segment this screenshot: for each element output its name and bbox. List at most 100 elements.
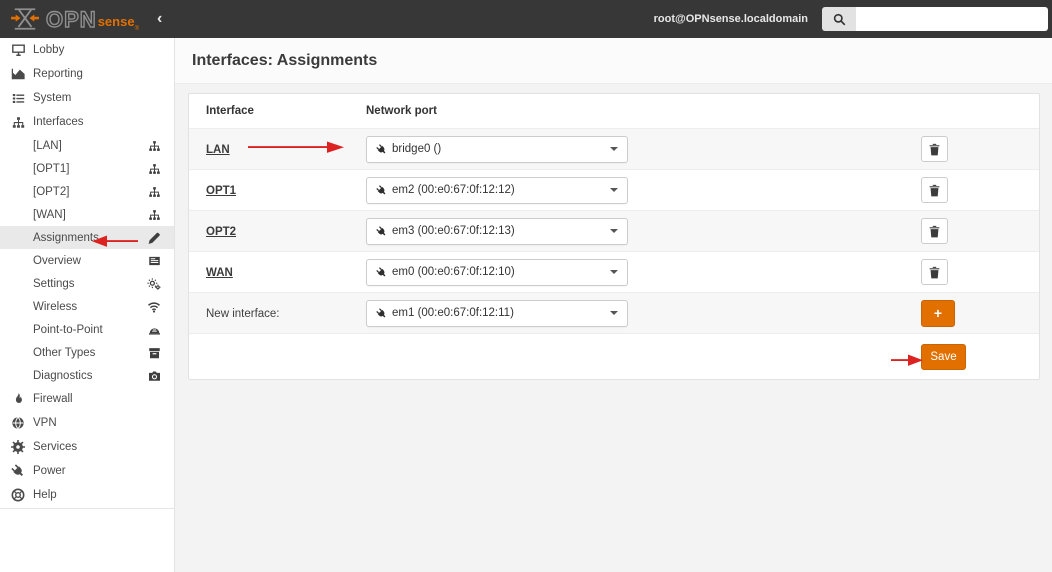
delete-interface-button[interactable] xyxy=(921,259,948,285)
sitemap-icon xyxy=(148,209,161,221)
sidebar-item-diagnostics[interactable]: Diagnostics xyxy=(0,364,174,387)
list-icon xyxy=(10,92,26,105)
sidebar-item-label: Firewall xyxy=(33,393,73,405)
sidebar-item-label: Other Types xyxy=(33,346,96,359)
plug-icon xyxy=(374,182,390,198)
selected-port-label: em3 (00:e0:67:0f:12:13) xyxy=(392,225,515,237)
plug-icon xyxy=(374,305,390,321)
cogs-icon xyxy=(147,277,161,290)
sidebar-item-system[interactable]: System xyxy=(0,86,174,110)
sidebar-item-lobby[interactable]: Lobby xyxy=(0,38,174,62)
table-row: LAN bridge0 () xyxy=(189,128,1039,169)
sidebar-item-label: Overview xyxy=(33,254,81,267)
sidebar-item-label: Diagnostics xyxy=(33,369,93,382)
archive-icon xyxy=(148,347,161,359)
sitemap-icon xyxy=(148,163,161,175)
sidebar-item-label: [WAN] xyxy=(33,208,66,221)
life-ring-icon xyxy=(10,488,26,502)
table-row: New interface: em1 (00:e0:67:0f:12:11) + xyxy=(189,292,1039,333)
sidebar-item-label: Reporting xyxy=(33,68,83,80)
wifi-icon xyxy=(147,301,161,312)
chevron-down-icon xyxy=(610,229,618,233)
plug-icon xyxy=(374,264,390,280)
sidebar-item-settings[interactable]: Settings xyxy=(0,272,174,295)
sidebar-item-label: Lobby xyxy=(33,44,65,56)
search-input[interactable] xyxy=(856,7,1048,31)
sidebar-nav: Lobby Reporting System Interfaces [LAN] … xyxy=(0,38,175,572)
pencil-icon xyxy=(148,231,161,244)
sidebar-item-power[interactable]: Power xyxy=(0,459,174,483)
opnsense-logo[interactable]: OPN sense ® xyxy=(10,6,139,32)
selected-port-label: em0 (00:e0:67:0f:12:10) xyxy=(392,266,515,278)
global-search xyxy=(822,7,1048,31)
sidebar-item-label: [OPT1] xyxy=(33,162,70,175)
save-button[interactable]: Save xyxy=(921,343,966,370)
chevron-down-icon xyxy=(610,270,618,274)
camera-icon xyxy=(148,370,161,381)
opnsense-logo-icon xyxy=(11,8,39,30)
sidebar-item-wan[interactable]: [WAN] xyxy=(0,203,174,226)
sidebar-item-vpn[interactable]: VPN xyxy=(0,411,174,435)
sidebar-item-point-to-point[interactable]: Point-to-Point xyxy=(0,318,174,341)
chevron-down-icon xyxy=(610,147,618,151)
main-content: Interfaces: Assignments Interface Networ… xyxy=(175,38,1052,572)
column-header-network-port: Network port xyxy=(366,105,437,117)
sitemap-icon xyxy=(148,140,161,152)
selected-port-label: bridge0 () xyxy=(392,143,442,155)
newspaper-icon xyxy=(148,255,161,267)
sidebar-bottom-divider xyxy=(0,508,174,509)
network-port-select-new[interactable]: em1 (00:e0:67:0f:12:11) xyxy=(366,299,628,327)
new-interface-label: New interface: xyxy=(206,308,280,320)
desktop-icon xyxy=(10,43,26,57)
table-row: OPT2 em3 (00:e0:67:0f:12:13) xyxy=(189,210,1039,251)
sidebar-item-label: VPN xyxy=(33,417,57,429)
sidebar-item-label: Power xyxy=(33,465,66,477)
sidebar-item-wireless[interactable]: Wireless xyxy=(0,295,174,318)
selected-port-label: em2 (00:e0:67:0f:12:12) xyxy=(392,184,515,196)
sidebar-item-lan[interactable]: [LAN] xyxy=(0,134,174,157)
delete-interface-button[interactable] xyxy=(921,177,948,203)
sidebar-item-label: System xyxy=(33,92,72,104)
sitemap-icon xyxy=(10,116,26,129)
search-icon xyxy=(822,7,856,31)
add-interface-button[interactable]: + xyxy=(921,299,955,327)
chevron-down-icon xyxy=(610,188,618,192)
sidebar-item-other-types[interactable]: Other Types xyxy=(0,341,174,364)
sidebar-item-services[interactable]: Services xyxy=(0,435,174,459)
sidebar-item-label: Settings xyxy=(33,277,75,290)
gear-icon xyxy=(10,440,26,454)
plug-icon xyxy=(374,223,390,239)
sidebar-item-label: Interfaces xyxy=(33,116,84,128)
delete-interface-button[interactable] xyxy=(921,136,948,162)
brand-opn: OPN xyxy=(45,7,97,32)
sidebar-item-label: [OPT2] xyxy=(33,185,70,198)
interface-link-wan[interactable]: WAN xyxy=(206,267,233,279)
chevron-down-icon xyxy=(610,311,618,315)
interface-link-opt1[interactable]: OPT1 xyxy=(206,185,236,197)
network-port-select-opt1[interactable]: em2 (00:e0:67:0f:12:12) xyxy=(366,176,628,204)
save-row: Save xyxy=(189,333,1039,379)
sidebar-item-interfaces[interactable]: Interfaces xyxy=(0,110,174,134)
logged-in-user[interactable]: root@OPNsense.localdomain xyxy=(654,13,808,25)
sidebar-item-overview[interactable]: Overview xyxy=(0,249,174,272)
network-port-select-opt2[interactable]: em3 (00:e0:67:0f:12:13) xyxy=(366,217,628,245)
sidebar-item-label: [LAN] xyxy=(33,139,62,152)
plug-icon xyxy=(10,464,26,478)
sidebar-item-reporting[interactable]: Reporting xyxy=(0,62,174,86)
sidebar-item-opt1[interactable]: [OPT1] xyxy=(0,157,174,180)
sidebar-item-firewall[interactable]: Firewall xyxy=(0,387,174,411)
assignments-panel: Interface Network port LAN bridge0 () OP… xyxy=(188,93,1040,380)
network-port-select-lan[interactable]: bridge0 () xyxy=(366,135,628,163)
globe-icon xyxy=(10,416,26,430)
interface-link-opt2[interactable]: OPT2 xyxy=(206,226,236,238)
interface-link-lan[interactable]: LAN xyxy=(206,144,230,156)
content-header: Interfaces: Assignments xyxy=(175,38,1052,84)
sidebar-collapse-icon[interactable]: ‹ xyxy=(157,11,162,27)
sidebar-item-help[interactable]: Help xyxy=(0,483,174,507)
table-row: WAN em0 (00:e0:67:0f:12:10) xyxy=(189,251,1039,292)
network-port-select-wan[interactable]: em0 (00:e0:67:0f:12:10) xyxy=(366,258,628,286)
sidebar-item-assignments[interactable]: Assignments xyxy=(0,226,174,249)
sidebar-item-opt2[interactable]: [OPT2] xyxy=(0,180,174,203)
delete-interface-button[interactable] xyxy=(921,218,948,244)
plug-icon xyxy=(374,141,390,157)
